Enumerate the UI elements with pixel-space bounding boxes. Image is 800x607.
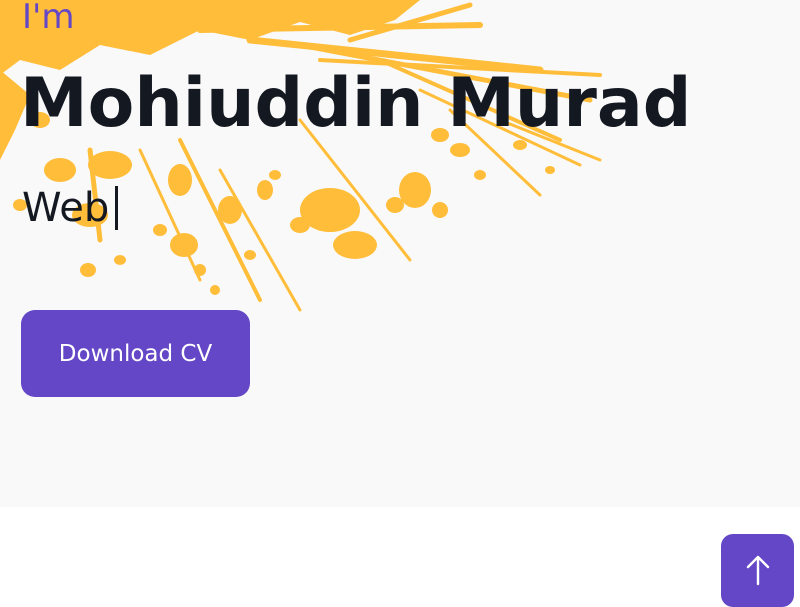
- typed-role: Web: [22, 180, 119, 236]
- typed-role-text: Web: [22, 185, 110, 231]
- hero-section: I'm Mohiuddin Murad Web Download CV: [0, 0, 800, 507]
- intro-text: I'm: [22, 0, 75, 37]
- scroll-to-top-button[interactable]: [721, 534, 794, 607]
- arrow-up-icon: [746, 555, 769, 586]
- typing-cursor: [115, 186, 119, 230]
- download-cv-button[interactable]: Download CV: [21, 310, 250, 397]
- hero-name: Mohiuddin Murad: [20, 64, 692, 143]
